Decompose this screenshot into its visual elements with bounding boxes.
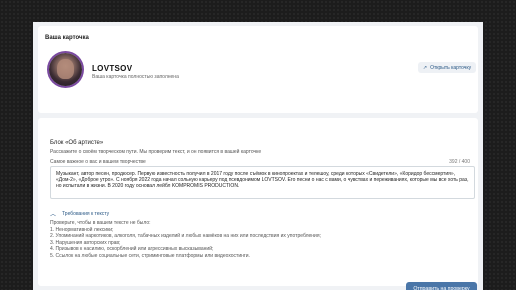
avatar <box>49 53 82 86</box>
arrow-up-right-icon: ↗ <box>422 64 428 71</box>
about-artist-section: Блок «Об артисте» Расскажите о своём тво… <box>38 118 478 290</box>
requirements-toggle[interactable]: ︿ Требования к тексту <box>50 209 110 219</box>
open-card-label: Открыть карточку <box>430 64 472 71</box>
artist-card-section: Ваша карточка LOVTSOV Ваша карточка полн… <box>38 26 478 113</box>
requirements-toggle-label: Требования к тексту <box>62 210 110 217</box>
about-block-title: Блок «Об артисте» <box>50 140 104 146</box>
character-counter: 392 / 400 <box>449 159 470 165</box>
card-section-title: Ваша карточка <box>45 35 89 41</box>
artist-settings-panel: Ваша карточка LOVTSOV Ваша карточка полн… <box>33 22 483 290</box>
card-status-text: Ваша карточка полностью заполнена <box>92 74 179 80</box>
artist-name: LOVTSOV <box>92 64 133 73</box>
requirements-list: Проверьте, чтобы в вашем тексте не было:… <box>50 220 321 259</box>
about-block-description: Расскажите о своём творческом пути. Мы п… <box>50 149 262 155</box>
about-field-label: Самое важное о вас и вашем творчестве <box>50 159 146 165</box>
open-card-button[interactable]: ↗ Открыть карточку <box>418 62 476 73</box>
requirement-item: 2. Упоминаний наркотиков, алкоголя, таба… <box>50 233 321 239</box>
submit-for-review-button[interactable]: Отправить на проверку <box>406 282 477 290</box>
requirement-item: 5. Ссылок на любые социальные сети, стри… <box>50 252 250 259</box>
chevron-up-icon: ︿ <box>50 212 57 218</box>
about-textarea[interactable]: Музыкант, автор песен, продюсер. Первую … <box>50 166 475 199</box>
